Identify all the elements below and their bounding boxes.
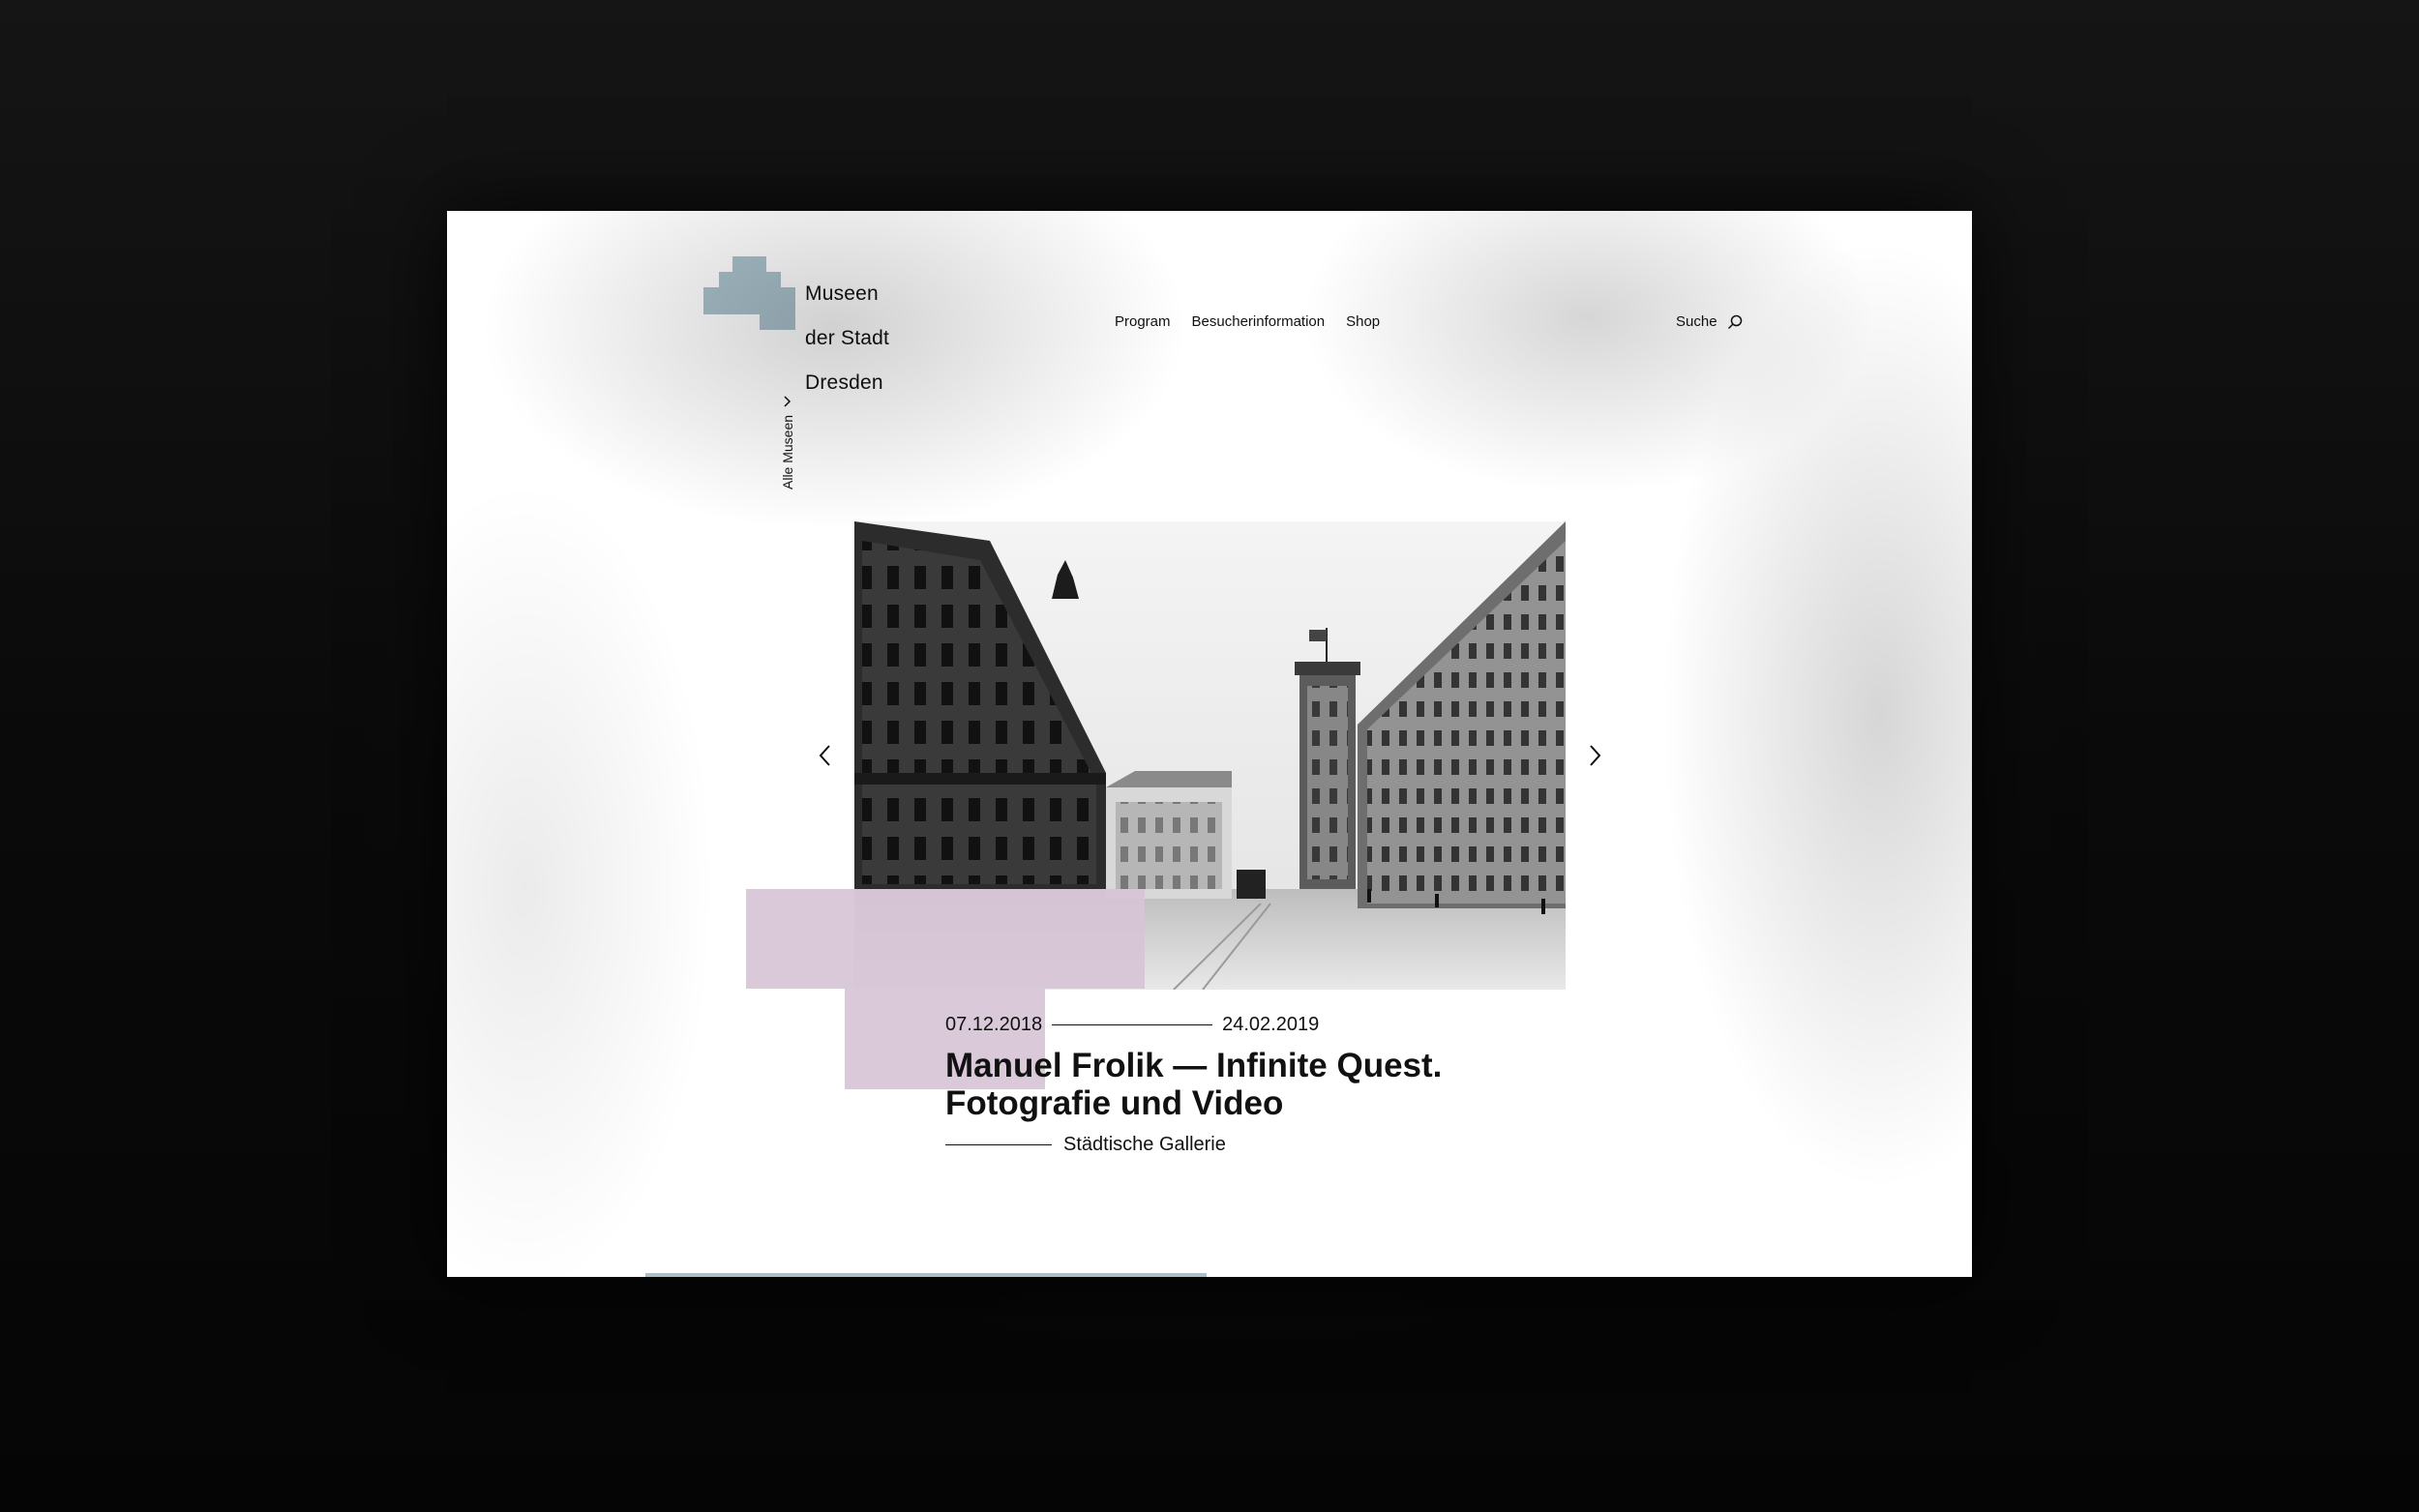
accent-block-top [746, 889, 1145, 989]
search-label: Suche [1676, 313, 1717, 330]
main-nav: Program Besucherinformation Shop [1115, 313, 1380, 330]
end-date: 24.02.2019 [1222, 1014, 1320, 1035]
chevron-down-icon [784, 396, 791, 407]
exhibition-dates: 07.12.2018 24.02.2019 [945, 1014, 1319, 1036]
logo-line-3: Dresden [805, 371, 883, 394]
logo-line-1: Museen [805, 282, 879, 305]
nav-item-program[interactable]: Program [1115, 313, 1171, 330]
exhibition-title-line-1: Manuel Frolik — Infinite Quest. [945, 1047, 1443, 1084]
slider-prev-button[interactable] [811, 741, 840, 770]
exhibition-venue: Städtische Gallerie [945, 1134, 1226, 1156]
logo-text: Museen der Stadt Dresden [805, 260, 889, 416]
search-button[interactable]: Suche [1676, 313, 1743, 330]
logo-line-2: der Stadt [805, 327, 890, 349]
date-divider [1052, 1024, 1213, 1025]
nav-item-besucherinformation[interactable]: Besucherinformation [1192, 313, 1326, 330]
site-logo[interactable]: Museen der Stadt Dresden [703, 256, 889, 416]
museum-switcher-label: Alle Museen [780, 414, 795, 489]
search-icon [1727, 314, 1742, 329]
venue-divider [945, 1144, 1052, 1145]
museum-switcher[interactable]: Alle Museen [780, 396, 795, 489]
logo-mark [703, 256, 795, 330]
chevron-left-icon [819, 745, 830, 766]
exhibition-title[interactable]: Manuel Frolik — Infinite Quest. Fotograf… [945, 1047, 1545, 1122]
website-screen: Museen der Stadt Dresden Program Besuche… [447, 211, 1972, 1277]
chevron-right-icon [1590, 745, 1601, 766]
start-date: 07.12.2018 [945, 1014, 1043, 1035]
nav-item-shop[interactable]: Shop [1346, 313, 1380, 330]
venue-label: Städtische Gallerie [1063, 1134, 1226, 1155]
exhibition-title-line-2: Fotografie und Video [945, 1084, 1284, 1122]
slider-next-button[interactable] [1580, 741, 1609, 770]
next-section-bar [645, 1273, 1207, 1277]
